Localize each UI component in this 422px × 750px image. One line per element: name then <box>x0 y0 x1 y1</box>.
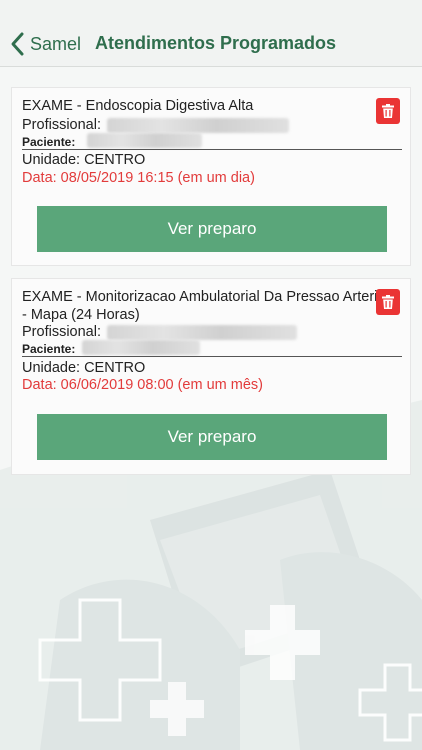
appointment-card: EXAME - Monitorizacao Ambulatorial Da Pr… <box>11 278 411 475</box>
trash-icon <box>382 295 394 309</box>
divider <box>22 356 402 357</box>
appointment-date: Data: 08/05/2019 16:15 (em um dia) <box>22 170 255 186</box>
trash-icon <box>382 104 394 118</box>
patient-name-redacted <box>82 340 200 355</box>
back-label: Samel <box>30 33 82 54</box>
delete-button[interactable] <box>376 289 400 315</box>
patient-label: Paciente: <box>22 135 76 149</box>
view-preparation-button[interactable]: Ver preparo <box>37 414 387 460</box>
appointment-card: EXAME - Endoscopia Digestiva Alta Profis… <box>11 87 411 266</box>
patient-label: Paciente: <box>22 342 76 356</box>
chevron-left-icon <box>8 31 28 57</box>
professional-label: Profissional: <box>22 324 101 340</box>
professional-label: Profissional: <box>22 117 101 133</box>
back-button[interactable]: Samel <box>8 30 81 58</box>
exam-name: EXAME - Endoscopia Digestiva Alta <box>22 98 254 114</box>
exam-name: EXAME - Monitorizacao Ambulatorial Da Pr… <box>22 289 378 323</box>
page-title: Atendimentos Programados <box>95 33 337 53</box>
view-preparation-button[interactable]: Ver preparo <box>37 206 387 252</box>
navigation-header: Samel Atendimentos Programados <box>0 0 422 67</box>
unit-text: Unidade: CENTRO <box>22 360 146 376</box>
appointment-date: Data: 06/06/2019 08:00 (em um mês) <box>22 377 263 393</box>
unit-text: Unidade: CENTRO <box>22 152 146 168</box>
delete-button[interactable] <box>376 98 400 124</box>
patient-name-redacted <box>87 133 202 148</box>
professional-name-redacted <box>107 325 297 340</box>
professional-name-redacted <box>107 118 289 133</box>
divider <box>22 149 402 150</box>
